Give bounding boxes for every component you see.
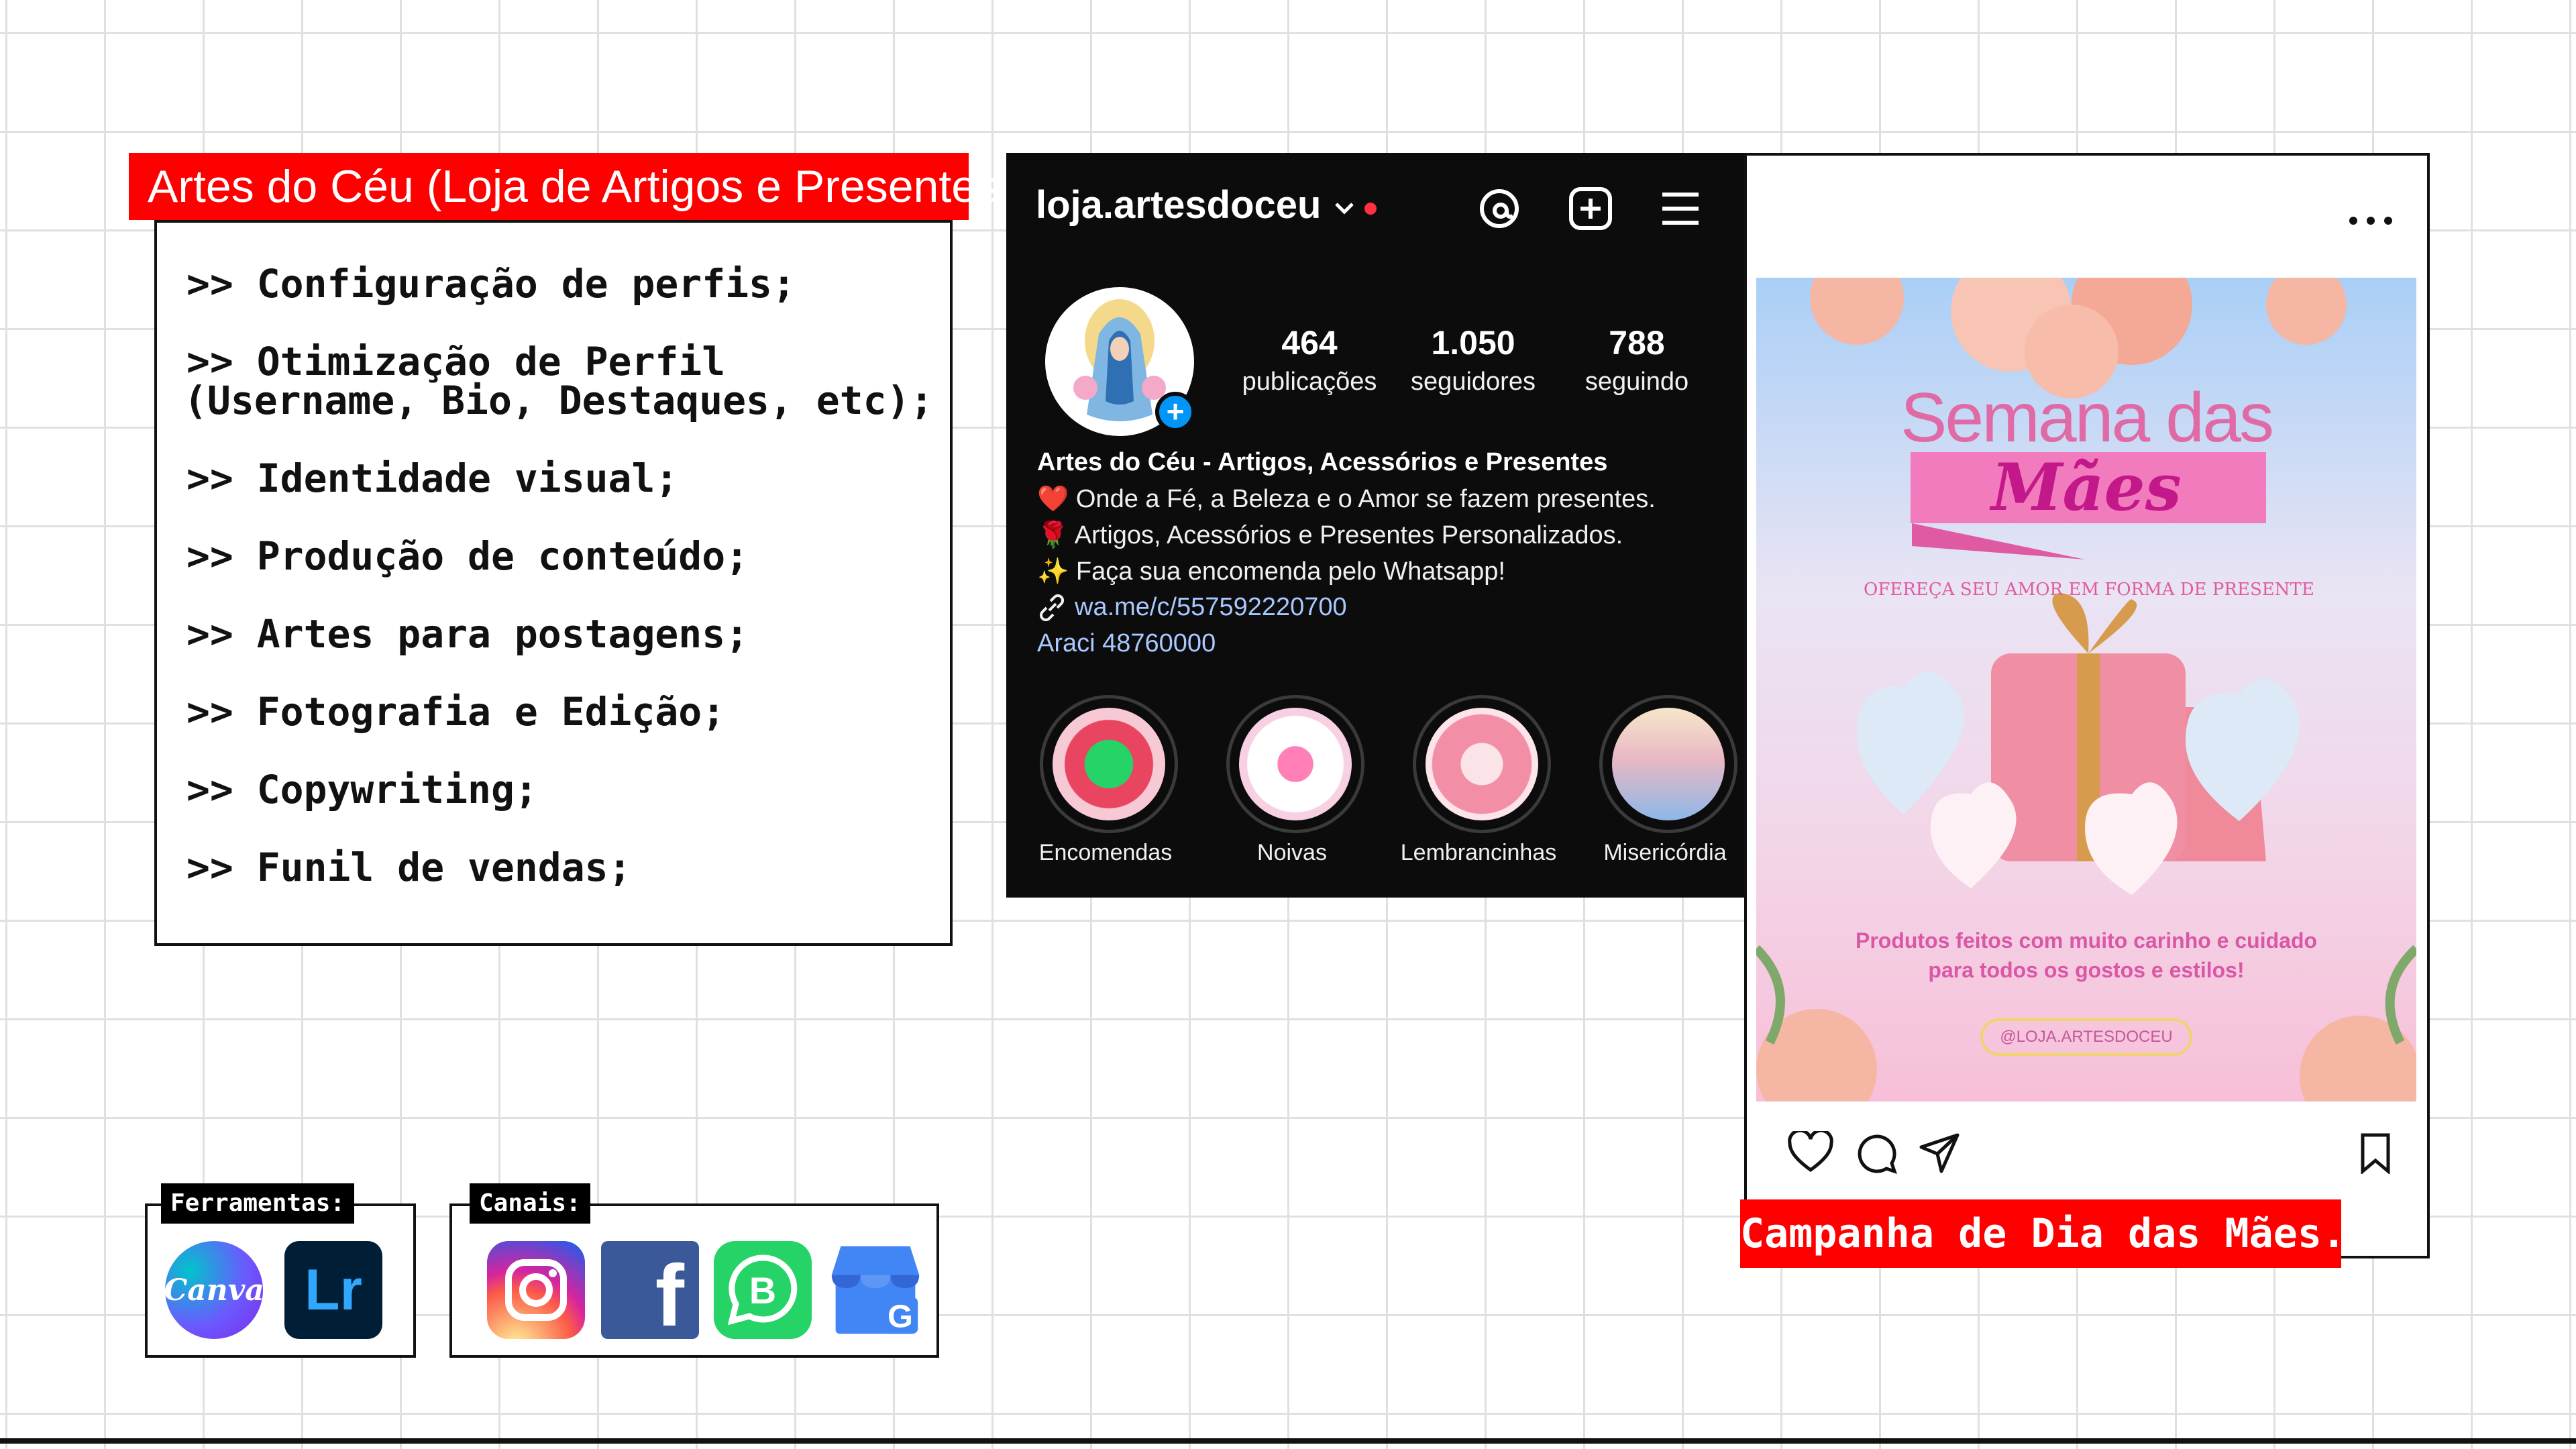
list-item: >> Funil de vendas; [186,845,632,890]
whatsapp-b-letter: B [749,1269,776,1311]
canva-logo-icon: Canva [164,1241,264,1339]
bio-location[interactable]: Araci 48760000 [1037,629,1216,658]
menu-icon[interactable] [1657,185,1704,232]
bio-line: ❤️ Onde a Fé, a Beleza e o Amor se fazem… [1037,485,1656,513]
divine-mercy-image [1612,708,1725,820]
stat-posts-count: 464 [1281,324,1338,362]
highlight-noivas[interactable] [1226,695,1364,833]
tools-label: Ferramentas: [161,1183,355,1224]
bio-link[interactable]: wa.me/c/557592220700 [1075,593,1347,622]
threads-icon[interactable] [1476,185,1523,232]
post-tagline: Produtos feitos com muito carinho e cuid… [1855,928,2318,953]
highlight-label: Encomendas [1038,840,1173,865]
link-icon [1037,594,1067,622]
add-story-icon[interactable]: + [1155,392,1195,432]
flowers-image [1239,708,1352,820]
google-my-business-logo-icon: G [826,1241,924,1339]
list-item: >> Fotografia e Edição; [186,689,726,735]
chevron-down-icon[interactable] [1331,195,1358,221]
stat-posts-label: publicações [1242,368,1377,396]
project-title: Artes do Céu (Loja de Artigos e Presente… [129,153,1015,220]
stat-following-label[interactable]: seguindo [1550,368,1724,396]
highlight-encomendas[interactable] [1040,695,1178,833]
profile-name: Artes do Céu - Artigos, Acessórios e Pre… [1037,448,1608,476]
add-post-icon[interactable] [1567,185,1614,232]
list-item: >> Artes para postagens; [186,611,749,657]
bookmark-icon[interactable] [2357,1132,2394,1175]
bio-line: ✨ Faça sua encomenda pelo Whatsapp! [1037,557,1505,586]
post-tagline: para todos os gostos e estilos! [1928,958,2245,982]
channels-label: Canais: [470,1183,590,1224]
like-icon[interactable] [1787,1128,1834,1174]
roses-image [1426,708,1538,820]
list-item: >> Identidade visual; [186,455,679,501]
instagram-profile-screenshot: loja.artesdoceu + 464 publicações 1.050 … [1006,153,1747,898]
whatsapp-business-logo-icon: B [714,1241,812,1339]
share-icon[interactable] [1917,1131,1962,1174]
comment-icon[interactable] [1854,1131,1898,1174]
post-title-line2: Mães [1991,449,2182,525]
stat-following-count[interactable]: 788 [1556,323,1717,362]
post-arc-text: OFEREÇA SEU AMOR EM FORMA DE PRESENTE [1864,580,2314,600]
more-options-icon[interactable] [2344,211,2398,231]
post-handle: @LOJA.ARTESDOCEU [1980,1018,2192,1056]
bottom-divider [0,1438,2576,1444]
username[interactable]: loja.artesdoceu [1036,182,1321,227]
stat-followers-count[interactable]: 1.050 [1393,323,1554,362]
highlight-label: Lembrancinhas [1400,840,1557,865]
whatsapp-icon [1053,708,1165,820]
list-item: >> Produção de conteúdo; [186,533,749,579]
post-title-line1: Semana das [1900,379,2274,457]
post-mockup: Semana das Mães OFEREÇA SEU AMOR EM FORM… [1744,153,2430,1258]
highlight-label: Noivas [1257,840,1327,865]
post-image[interactable]: Semana das Mães OFEREÇA SEU AMOR EM FORM… [1756,278,2416,1102]
stat-followers-label[interactable]: seguidores [1386,368,1560,396]
highlight-misericordia[interactable] [1599,695,1737,833]
instagram-logo-icon [487,1241,585,1339]
list-item: >> Copywriting; [186,767,538,812]
channels-box: f B G [449,1203,939,1358]
lightroom-logo-icon: Lr [284,1241,382,1339]
list-item: >> Otimização de Perfil [186,339,726,384]
notification-dot [1364,203,1377,215]
facebook-logo-icon: f [601,1241,699,1339]
campaign-label: Campanha de Dia das Mães. [1740,1199,2346,1268]
highlight-label: Misericórdia [1603,840,1727,865]
list-item: (Username, Bio, Destaques, etc); [184,378,934,423]
bio-line: 🌹 Artigos, Acessórios e Presentes Person… [1037,521,1623,549]
google-g-letter: G [888,1298,913,1334]
list-item: >> Configuração de perfis; [186,261,796,307]
tools-box: Canva Lr [145,1203,416,1358]
highlight-lembrancinhas[interactable] [1413,695,1551,833]
services-list: >> Configuração de perfis; >> Otimização… [154,220,953,946]
